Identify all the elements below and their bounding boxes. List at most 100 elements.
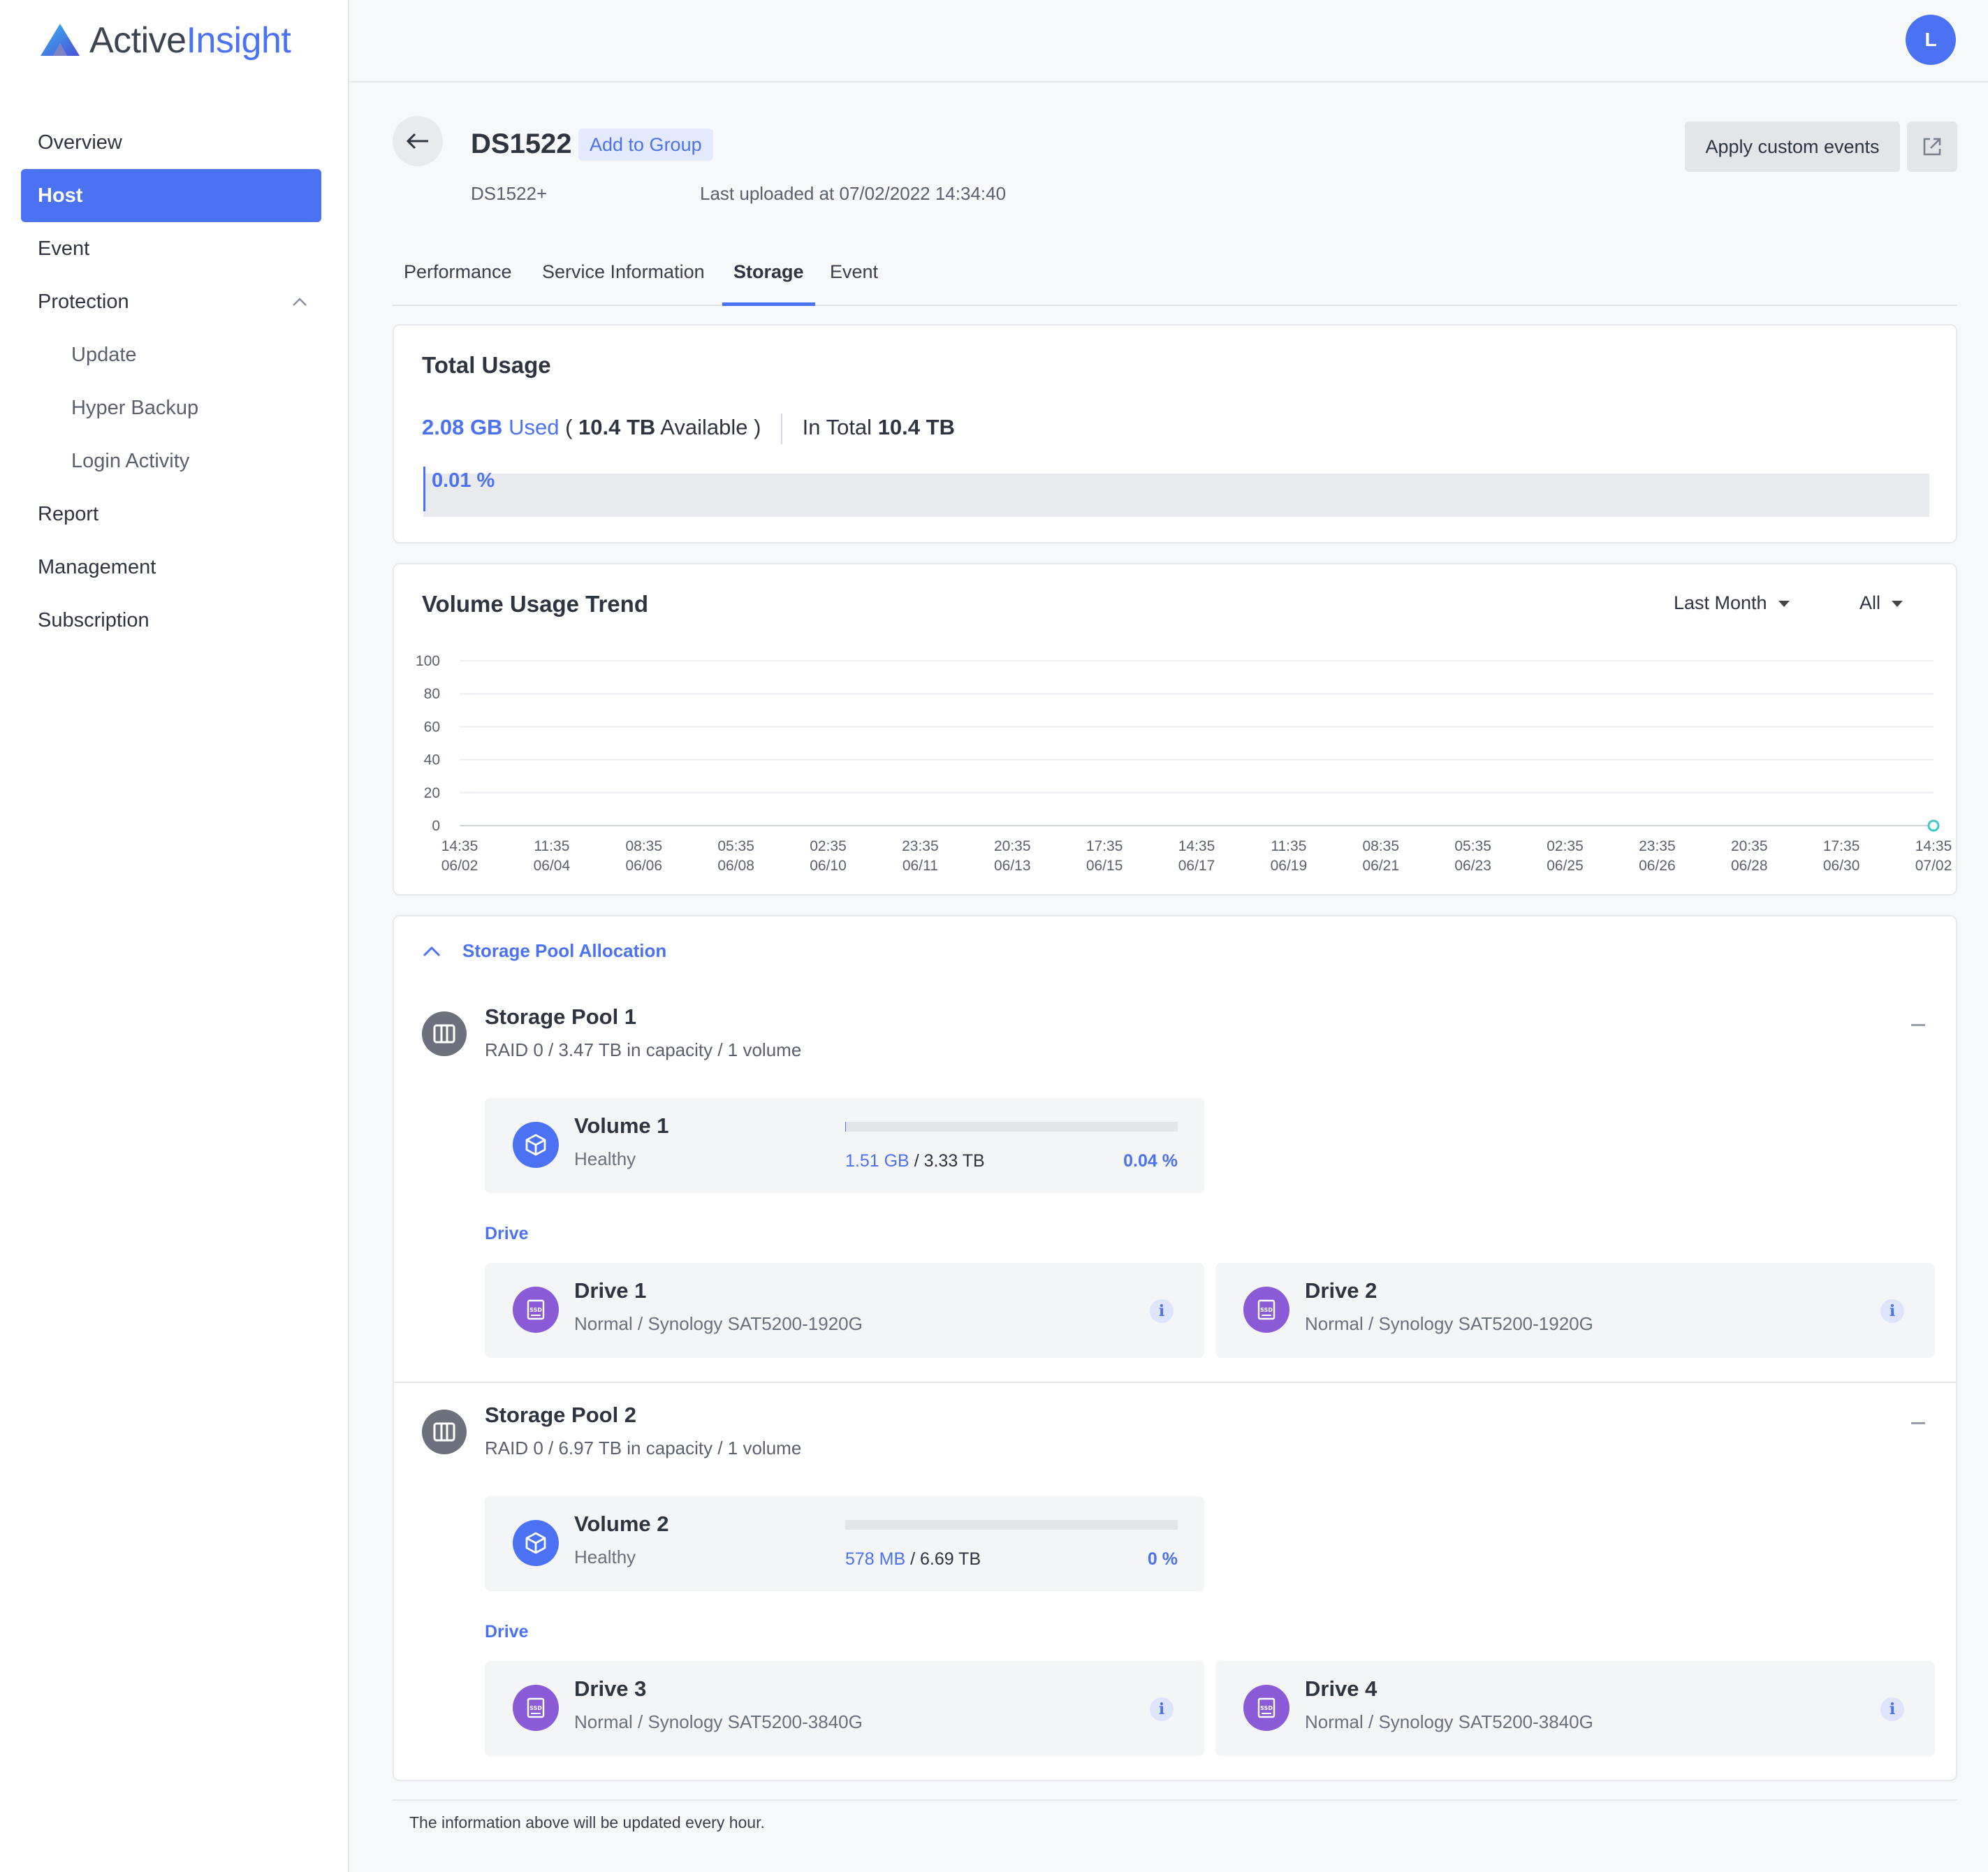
storage-pool-name: Storage Pool 1 [485, 1004, 637, 1029]
drive-name: Drive 1 [574, 1278, 647, 1303]
x-tick-label: 06/25 [1547, 858, 1584, 874]
total-label: In Total [802, 415, 872, 440]
x-tick-label: 17:35 [1823, 838, 1860, 854]
drive-card[interactable]: SSD Drive 2 Normal / Synology SAT5200-19… [1215, 1263, 1935, 1358]
drive-name: Drive 2 [1305, 1278, 1377, 1303]
info-icon[interactable]: i [1880, 1697, 1904, 1721]
x-tick-label: 06/19 [1271, 858, 1308, 874]
data-point [1927, 819, 1940, 832]
drive-desc: Normal / Synology SAT5200-1920G [574, 1313, 863, 1334]
page-title: DS1522 [471, 129, 572, 159]
add-to-group-button[interactable]: Add to Group [578, 129, 713, 161]
pool-divider [394, 1382, 1956, 1383]
volume-percent: 0.04 % [1123, 1151, 1178, 1171]
x-tick-label: 23:35 [1639, 838, 1676, 854]
ssd-icon: SSD [1243, 1287, 1289, 1333]
drive-card[interactable]: SSD Drive 4 Normal / Synology SAT5200-38… [1215, 1661, 1935, 1756]
volume-usage-bar [845, 1122, 1178, 1132]
x-tick-label: 06/17 [1178, 858, 1215, 874]
back-button[interactable] [393, 116, 443, 166]
sidebar-nav: Overview Host Event Protection Update Hy… [21, 116, 321, 647]
info-icon[interactable]: i [1150, 1697, 1174, 1721]
app-logo[interactable]: ActiveInsight [39, 20, 291, 61]
volume-card[interactable]: Volume 1 Healthy 1.51 GB / 3.33 TB 0.04 … [485, 1098, 1204, 1193]
sidebar-item-update[interactable]: Update [21, 328, 321, 381]
x-tick-label: 06/23 [1454, 858, 1491, 874]
tab-performance[interactable]: Performance [404, 261, 512, 306]
svg-text:SSD: SSD [1260, 1705, 1273, 1711]
available-value: 10.4 TB [578, 415, 656, 440]
usage-summary: 2.08 GB Used ( 10.4 TB Available ) In To… [422, 414, 955, 444]
x-tick-label: 06/06 [625, 858, 662, 874]
storage-pool-allocation-toggle[interactable]: Storage Pool Allocation [422, 940, 666, 962]
svg-text:SSD: SSD [529, 1705, 542, 1711]
paren-close: ) [754, 415, 761, 440]
volume-name: Volume 1 [574, 1113, 669, 1138]
x-tick-label: 08:35 [1362, 838, 1399, 854]
drive-desc: Normal / Synology SAT5200-3840G [574, 1711, 863, 1732]
x-tick-label: 06/13 [994, 858, 1031, 874]
sidebar-item-host[interactable]: Host [21, 169, 321, 222]
x-tick-label: 14:35 [441, 838, 478, 854]
drive-card[interactable]: SSD Drive 1 Normal / Synology SAT5200-19… [485, 1263, 1204, 1358]
y-tick-label: 20 [424, 785, 440, 801]
sidebar-item-subscription[interactable]: Subscription [21, 594, 321, 647]
total-value: 10.4 TB [877, 415, 955, 440]
x-tick-label: 20:35 [994, 838, 1031, 854]
y-tick-label: 80 [424, 686, 440, 702]
collapse-pool-button[interactable] [1911, 1422, 1925, 1424]
info-icon[interactable]: i [1880, 1299, 1904, 1323]
sidebar-item-label: Protection [38, 291, 129, 313]
drive-section-label: Drive [485, 1224, 529, 1243]
chevron-up-icon [293, 298, 307, 306]
volume-used-text: 1.51 GB / 3.33 TB [845, 1151, 985, 1171]
logo-icon [41, 24, 80, 56]
x-tick-label: 06/10 [810, 858, 847, 874]
drive-desc: Normal / Synology SAT5200-1920G [1305, 1313, 1593, 1334]
info-icon[interactable]: i [1150, 1299, 1174, 1323]
total-usage-percent: 0.01 % [432, 469, 495, 492]
storage-pool-icon [422, 1011, 467, 1056]
external-link-icon [1923, 138, 1941, 156]
sidebar-item-management[interactable]: Management [21, 541, 321, 594]
x-tick-label: 06/30 [1823, 858, 1860, 874]
available-label: Available [660, 415, 748, 440]
sidebar-item-event[interactable]: Event [21, 222, 321, 275]
sidebar-item-overview[interactable]: Overview [21, 116, 321, 169]
total-usage-card: Total Usage 2.08 GB Used ( 10.4 TB Avail… [393, 324, 1957, 543]
x-tick-label: 17:35 [1086, 838, 1123, 854]
apply-custom-events-button[interactable]: Apply custom events [1685, 122, 1900, 172]
svg-text:SSD: SSD [1260, 1307, 1273, 1313]
x-tick-label: 11:35 [534, 838, 569, 854]
drive-desc: Normal / Synology SAT5200-3840G [1305, 1711, 1593, 1732]
x-tick-label: 06/04 [534, 858, 571, 874]
volume-status: Healthy [574, 1546, 636, 1567]
total-usage-bar: 0.01 % [423, 467, 1929, 517]
y-tick-label: 0 [432, 818, 440, 834]
sidebar-item-report[interactable]: Report [21, 488, 321, 541]
storage-pool-icon [422, 1410, 467, 1454]
sidebar: ActiveInsight Overview Host Event Protec… [0, 0, 349, 1872]
x-tick-label: 23:35 [902, 838, 939, 854]
ssd-icon: SSD [1243, 1685, 1289, 1731]
volume-card[interactable]: Volume 2 Healthy 578 MB / 6.69 TB 0 % [485, 1496, 1204, 1591]
tab-service-information[interactable]: Service Information [542, 261, 705, 306]
collapse-pool-button[interactable] [1911, 1024, 1925, 1026]
drive-card[interactable]: SSD Drive 3 Normal / Synology SAT5200-38… [485, 1661, 1204, 1756]
y-tick-label: 40 [424, 752, 440, 768]
footer-divider [393, 1799, 1957, 1801]
volume-cube-icon [513, 1122, 559, 1168]
tab-event[interactable]: Event [830, 261, 878, 306]
sidebar-item-login-activity[interactable]: Login Activity [21, 434, 321, 488]
sidebar-item-protection[interactable]: Protection [21, 275, 321, 328]
x-tick-label: 05:35 [1454, 838, 1491, 854]
host-model: DS1522+ [471, 183, 548, 204]
tab-storage[interactable]: Storage [722, 261, 815, 306]
sidebar-item-hyper-backup[interactable]: Hyper Backup [21, 381, 321, 434]
tab-bar: Performance Service Information Storage … [393, 251, 1957, 306]
divider [781, 414, 783, 444]
open-external-button[interactable] [1907, 122, 1957, 172]
chevron-up-icon [423, 946, 441, 956]
volume-percent: 0 % [1147, 1549, 1178, 1569]
user-avatar[interactable]: L [1906, 15, 1956, 65]
